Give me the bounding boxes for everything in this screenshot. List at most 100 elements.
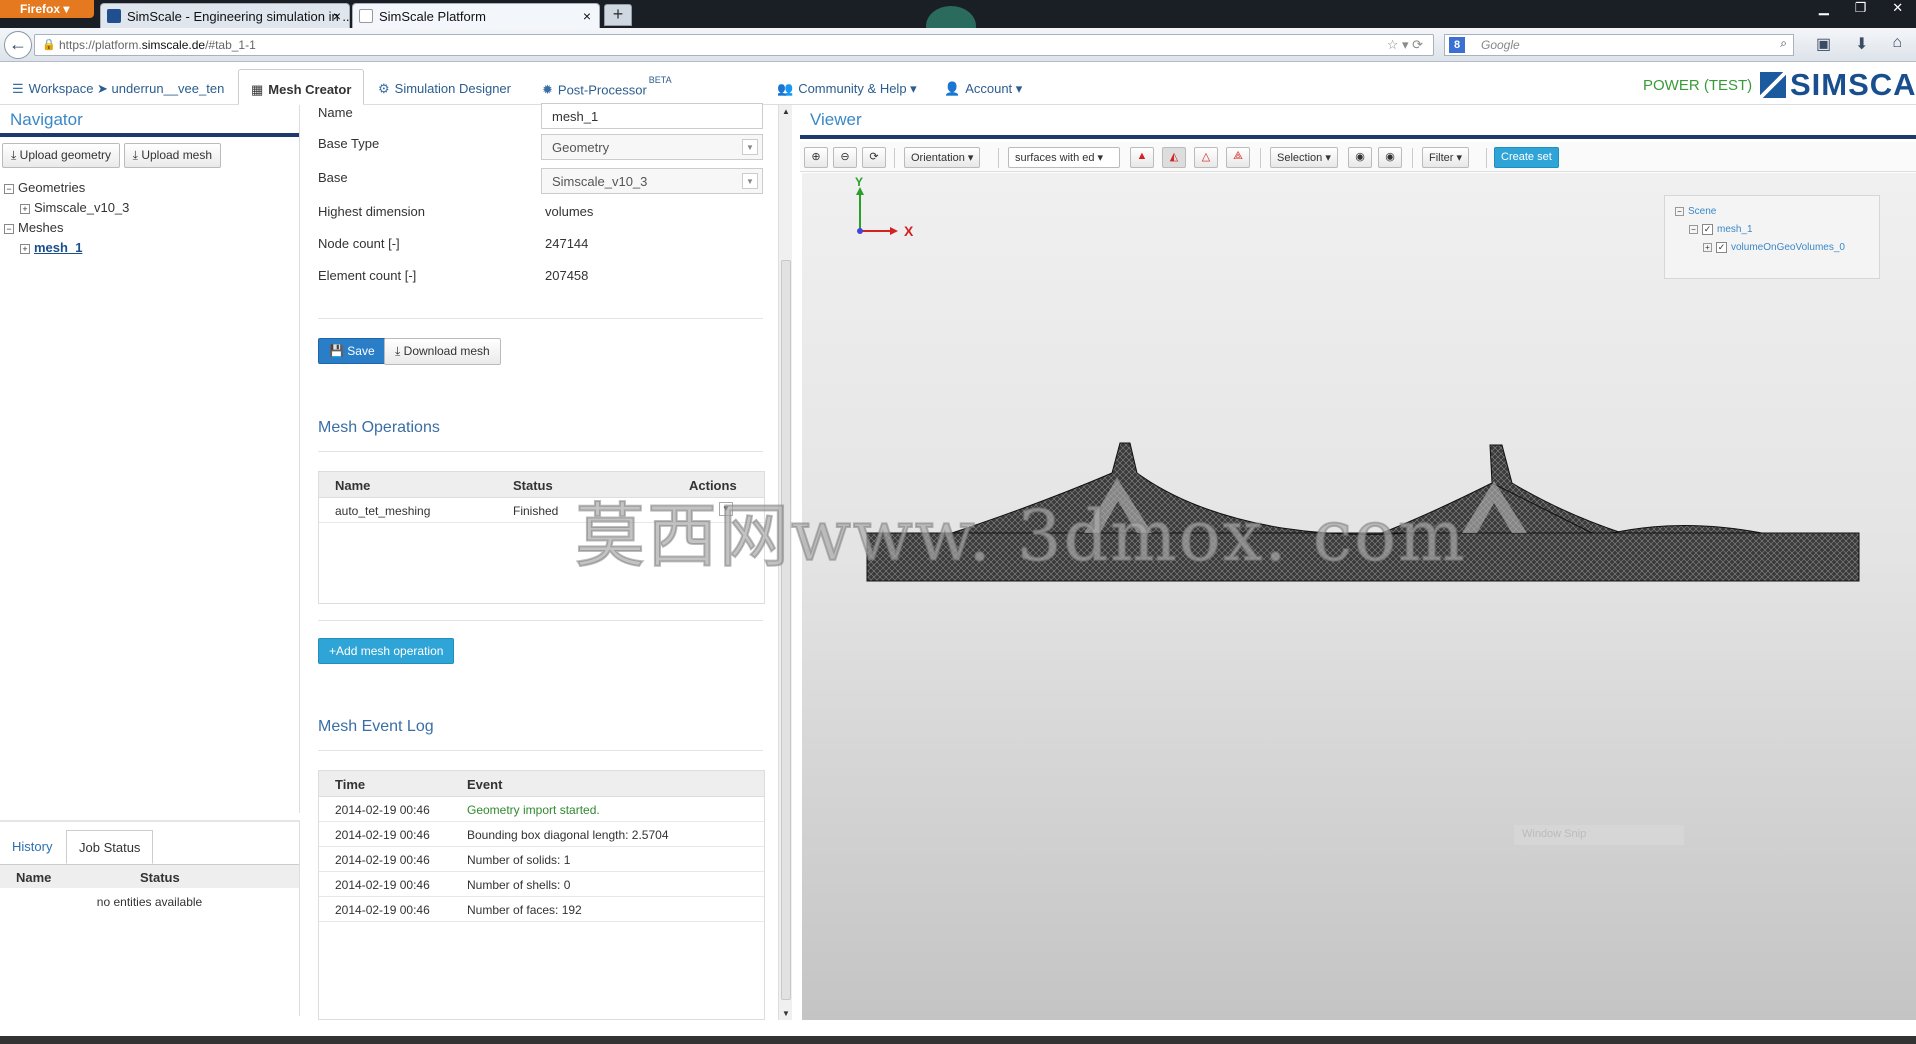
simscale-favicon-icon xyxy=(107,9,121,23)
workspace-icon: ☰ xyxy=(12,81,24,96)
simscale-logo-icon xyxy=(1760,72,1786,98)
collapse-icon[interactable]: − xyxy=(1675,207,1684,216)
collapse-icon[interactable]: − xyxy=(4,184,14,194)
window-controls: ▁ ❐ ✕ xyxy=(1806,0,1916,18)
chevron-down-icon: ▼ xyxy=(742,139,758,155)
table-row: 2014-02-19 00:46 Number of solids: 1 xyxy=(319,847,764,872)
upload-geometry-button[interactable]: ⤓ Upload geometry xyxy=(2,143,121,168)
scene-node-mesh[interactable]: − ✓ mesh_1 xyxy=(1689,224,1753,235)
selection-dropdown[interactable]: Selection ▾ xyxy=(1270,147,1338,168)
visibility-checkbox[interactable]: ✓ xyxy=(1702,224,1713,235)
tab-mesh-creator[interactable]: ▦ Mesh Creator xyxy=(238,69,365,105)
tab-workspace[interactable]: ☰ Workspace ➤ underrun__vee_ten xyxy=(0,69,236,105)
scroll-down-icon[interactable]: ▼ xyxy=(782,1009,790,1018)
blank-page-favicon-icon xyxy=(359,9,373,23)
wireframe-icon[interactable]: △ xyxy=(1194,147,1218,168)
search-engine-icon[interactable]: 8 xyxy=(1449,37,1465,53)
expand-icon[interactable]: + xyxy=(20,244,30,254)
3d-viewport[interactable]: Y X − Scene − ✓ mesh_1 + ✓ volumeOnGeoVolumes… xyxy=(802,173,1916,1020)
hidden-line-icon[interactable]: ⟁ xyxy=(1226,147,1250,168)
users-icon: 👥 xyxy=(777,81,794,96)
bookmark-star-icon[interactable]: ☆ ▾ ⟳ xyxy=(1387,37,1423,53)
community-help-menu[interactable]: 👥 Community & Help ▾ xyxy=(765,69,929,105)
solid-surface-icon[interactable]: ▲ xyxy=(1130,147,1154,168)
visibility-checkbox[interactable]: ✓ xyxy=(1716,242,1727,253)
mesh-event-log-title: Mesh Event Log xyxy=(318,718,434,735)
node-count-value: 247144 xyxy=(545,236,589,251)
table-row: 2014-02-19 00:46 Number of shells: 0 xyxy=(319,872,764,897)
job-status-table-header: Name Status xyxy=(0,864,299,888)
simscale-logo[interactable]: SIMSCALE xyxy=(1760,67,1916,102)
tree-node-meshes[interactable]: − Meshes xyxy=(4,220,64,235)
mesh-event-log-table: Time Event 2014-02-19 00:46 Geometry imp… xyxy=(318,770,765,1020)
save-button[interactable]: 💾 Save xyxy=(318,338,386,364)
browser-tab-simscale-site[interactable]: SimScale - Engineering simulation in ...… xyxy=(100,3,350,28)
download-icon[interactable]: ⬇ xyxy=(1855,34,1868,54)
base-select[interactable]: Simscale_v10_3 ▼ xyxy=(541,168,763,194)
url-bar[interactable]: 🔒 https://platform.simscale.de/#tab_1-1 … xyxy=(34,34,1434,56)
close-window-icon[interactable]: ✕ xyxy=(1892,0,1903,18)
grid-icon: ▦ xyxy=(251,82,264,97)
browser-tab-simscale-platform[interactable]: SimScale Platform × xyxy=(352,3,600,28)
filter-dropdown[interactable]: Filter ▾ xyxy=(1422,147,1470,168)
watermark: 莫西网www. 3dmox. com xyxy=(574,494,1467,578)
orientation-dropdown[interactable]: Orientation ▾ xyxy=(904,147,981,168)
firefox-menu-button[interactable]: Firefox ▾ xyxy=(0,0,94,18)
download-mesh-button[interactable]: ⤓ Download mesh xyxy=(384,338,501,365)
render-mode-select[interactable]: surfaces with ed ▾ xyxy=(1008,147,1120,168)
minimize-icon[interactable]: ▁ xyxy=(1819,0,1829,18)
axis-y-label: Y xyxy=(855,175,864,189)
add-mesh-operation-button[interactable]: +Add mesh operation xyxy=(318,638,455,664)
zoom-in-icon[interactable]: ⊕ xyxy=(804,147,828,168)
bookmarks-menu-icon[interactable]: ▣ xyxy=(1816,34,1831,54)
tree-node-geometry-item[interactable]: + Simscale_v10_3 xyxy=(20,200,129,215)
home-icon[interactable]: ⌂ xyxy=(1892,34,1902,54)
tree-node-mesh-item[interactable]: + mesh_1 xyxy=(20,240,82,255)
restore-icon[interactable]: ❐ xyxy=(1855,0,1867,18)
divider xyxy=(318,750,763,751)
close-tab-icon[interactable]: × xyxy=(333,8,341,24)
back-arrow-icon[interactable]: ← xyxy=(4,31,32,59)
tab-simulation-designer[interactable]: ⚙ Simulation Designer xyxy=(366,69,523,105)
scene-root[interactable]: − Scene xyxy=(1675,206,1716,217)
show-eye-icon[interactable]: ◉ xyxy=(1378,147,1402,168)
hide-eye-icon[interactable]: ◉ xyxy=(1348,147,1372,168)
divider xyxy=(318,620,763,621)
palette-icon: ✹ xyxy=(542,82,553,98)
new-tab-button[interactable]: + xyxy=(604,4,632,26)
scene-node-volume[interactable]: + ✓ volumeOnGeoVolumes_0 xyxy=(1703,242,1845,253)
browser-search-input[interactable]: 8 Google ⌕ xyxy=(1444,34,1794,56)
download-icon: ⤓ xyxy=(395,344,401,358)
highest-dimension-label: Highest dimension xyxy=(318,204,425,219)
zoom-out-icon[interactable]: ⊖ xyxy=(833,147,857,168)
node-count-label: Node count [-] xyxy=(318,236,400,251)
tree-node-geometries[interactable]: − Geometries xyxy=(4,180,85,195)
navigator-buttons: ⤓ Upload geometry ⤓ Upload mesh xyxy=(0,137,299,168)
window-snip-overlay: Window Snip xyxy=(1514,825,1684,845)
tab-post-processor[interactable]: ✹ Post-ProcessorBETA xyxy=(530,69,684,105)
collapse-icon[interactable]: − xyxy=(1689,225,1698,234)
viewer-title: Viewer xyxy=(800,105,1916,139)
expand-icon[interactable]: + xyxy=(20,204,30,214)
scrollbar-thumb[interactable] xyxy=(781,260,791,1000)
reset-view-icon[interactable]: ⟳ xyxy=(862,147,886,168)
plus-icon: + xyxy=(329,644,337,658)
search-icon[interactable]: ⌕ xyxy=(1780,36,1787,51)
name-input[interactable]: mesh_1 xyxy=(541,103,763,129)
collapse-icon[interactable]: − xyxy=(4,224,14,234)
browser-navigation-bar: ← 🔒 https://platform.simscale.de/#tab_1-… xyxy=(0,28,1916,62)
upload-mesh-button[interactable]: ⤓ Upload mesh xyxy=(123,143,222,168)
tab-history[interactable]: History xyxy=(0,830,64,864)
name-label: Name xyxy=(318,105,353,120)
base-label: Base xyxy=(318,170,348,185)
tab-job-status[interactable]: Job Status xyxy=(66,830,154,864)
expand-icon[interactable]: + xyxy=(1703,243,1712,252)
close-tab-icon[interactable]: × xyxy=(583,8,591,24)
surface-edges-icon[interactable]: ◭ xyxy=(1162,147,1186,168)
base-type-select[interactable]: Geometry ▼ xyxy=(541,134,763,160)
account-menu[interactable]: 👤 Account ▾ xyxy=(932,69,1034,105)
create-set-button[interactable]: Create set xyxy=(1494,147,1559,168)
browser-toolbar-icons: ▣ ⬇ ⌂ xyxy=(1804,34,1914,54)
scroll-up-icon[interactable]: ▲ xyxy=(782,107,790,116)
base-type-label: Base Type xyxy=(318,136,380,151)
